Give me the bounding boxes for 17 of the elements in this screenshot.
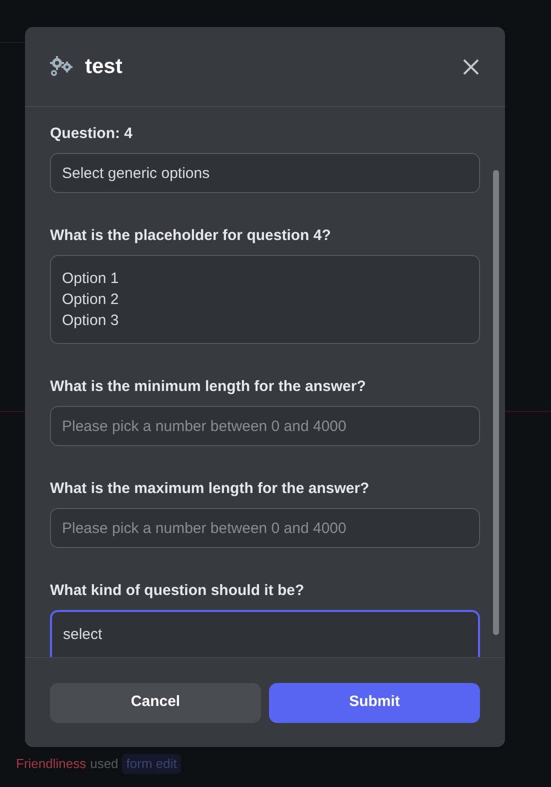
cancel-button[interactable]: Cancel <box>50 682 261 722</box>
input-field[interactable]: Select generic options <box>50 153 480 193</box>
close-icon[interactable] <box>461 56 481 76</box>
action-text: used <box>90 755 118 773</box>
input-field[interactable]: Please pick a number between 0 and 4000 <box>50 406 480 446</box>
field-label: What kind of question should it be? <box>50 581 306 601</box>
text-area[interactable]: select <box>50 610 480 657</box>
field-label: What is the placeholder for question 4? <box>50 226 332 246</box>
input-field[interactable]: Please pick a number between 0 and 4000 <box>50 508 480 548</box>
modal-title: test <box>85 54 122 80</box>
submit-button[interactable]: Submit <box>269 682 480 722</box>
field-label: Question: 4 <box>50 124 134 144</box>
field-label: What is the maximum length for the answer? <box>50 479 370 499</box>
text-area[interactable]: Option 1 Option 2 Option 3 <box>50 255 480 344</box>
scrollbar[interactable] <box>493 170 499 635</box>
field-label: What is the minimum length for the answer? <box>50 377 367 397</box>
gears-icon <box>49 54 75 78</box>
